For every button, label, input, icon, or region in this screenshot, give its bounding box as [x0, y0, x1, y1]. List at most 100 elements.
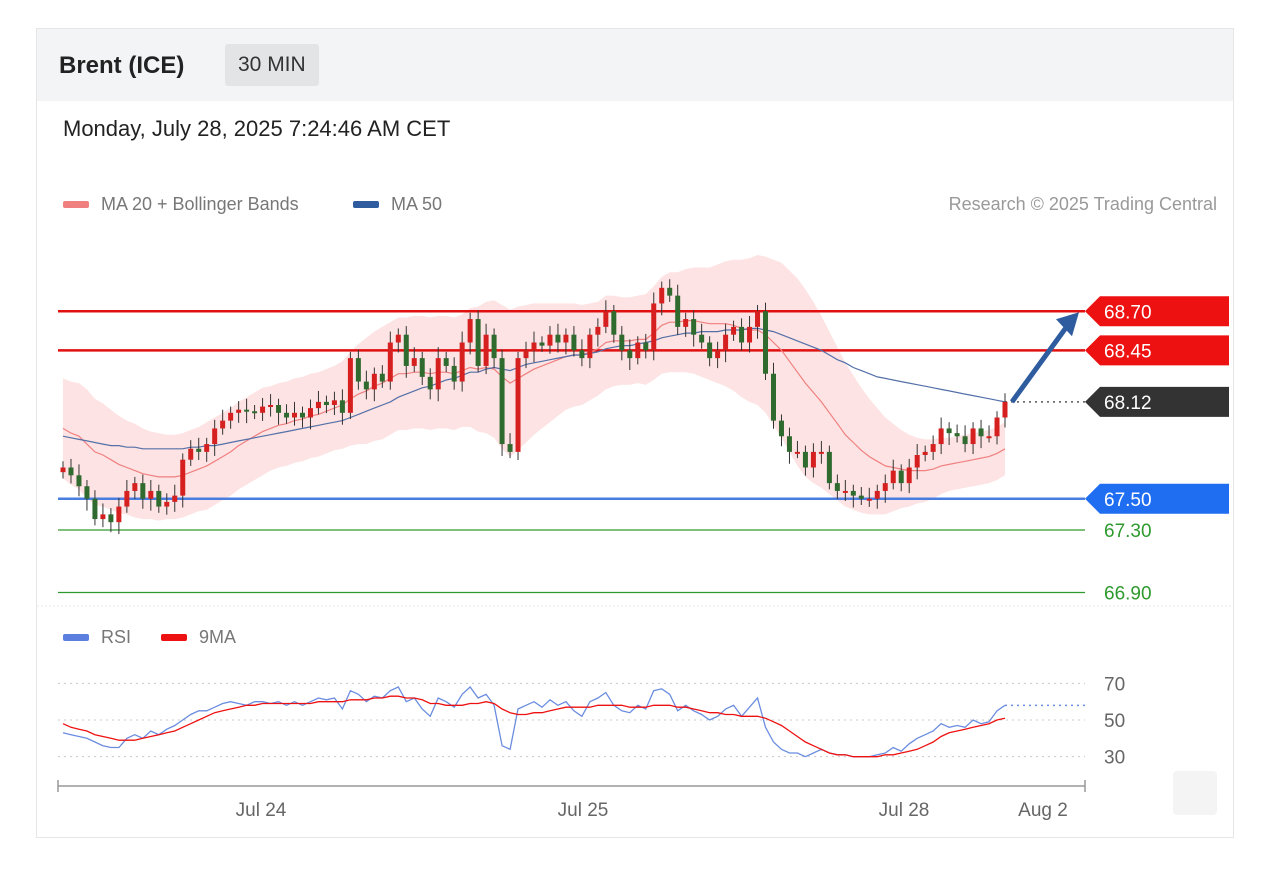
candle-body: [76, 475, 82, 487]
candle-body: [236, 409, 242, 413]
candle-body: [571, 334, 577, 351]
candle-body: [411, 358, 417, 366]
candle-body: [699, 334, 705, 343]
candle-body: [100, 514, 106, 520]
candle-body: [643, 342, 649, 351]
candle-body: [467, 319, 473, 343]
level-label-68.12: 68.12: [1104, 393, 1152, 414]
candle-body: [635, 342, 641, 359]
candle-body: [499, 358, 505, 445]
candle-body: [946, 428, 952, 434]
rsi-tick-label: 30: [1104, 748, 1125, 769]
bollinger-band: [63, 255, 1005, 521]
candle-body: [507, 444, 513, 452]
candle-body: [363, 381, 369, 390]
rsi-tick-label: 50: [1104, 711, 1125, 732]
candle-body: [140, 483, 146, 499]
candle-body: [874, 490, 880, 499]
candle-body: [707, 342, 713, 359]
candle-body: [755, 311, 761, 327]
candle-body: [914, 455, 920, 468]
candle-body: [515, 358, 521, 452]
candle-body: [188, 448, 194, 460]
candle-body: [555, 334, 561, 343]
candle-body: [651, 303, 657, 351]
candle-body: [778, 420, 784, 437]
candle-body: [563, 334, 569, 343]
candle-body: [898, 470, 904, 484]
level-label-68.45: 68.45: [1104, 341, 1152, 362]
candle-body: [132, 483, 138, 491]
candle-body: [435, 358, 441, 390]
candle-body: [739, 326, 745, 343]
candle-body: [986, 436, 992, 439]
candle-body: [347, 358, 353, 413]
candle-body: [595, 326, 601, 335]
candle-body: [890, 470, 896, 484]
candle-body: [834, 483, 840, 491]
candle-body: [68, 467, 74, 476]
candle-body: [922, 451, 928, 455]
candle-body: [579, 350, 585, 359]
candle-body: [395, 334, 401, 343]
candle-body: [204, 444, 210, 452]
candle-body: [603, 311, 609, 327]
candle-body: [244, 409, 250, 412]
candle-body: [180, 459, 186, 496]
candle-body: [323, 401, 329, 405]
candle-body: [1002, 401, 1008, 418]
candle-body: [531, 342, 537, 351]
candle-body: [970, 428, 976, 445]
candle-body: [627, 350, 633, 359]
candle-body: [212, 428, 218, 445]
candle-body: [850, 490, 856, 496]
candle-body: [172, 495, 178, 502]
candle-body: [148, 490, 154, 499]
candle-body: [276, 405, 282, 413]
candle-body: [619, 334, 625, 351]
candle-body: [220, 420, 226, 429]
level-label-68.70: 68.70: [1104, 302, 1152, 323]
candle-body: [379, 373, 385, 382]
candle-body: [723, 334, 729, 351]
level-label-67.50: 67.50: [1104, 490, 1152, 511]
x-tick-label: Jul 25: [558, 800, 609, 821]
candle-body: [523, 350, 529, 359]
candle-body: [339, 400, 345, 413]
x-tick-label: Aug 2: [1018, 800, 1068, 821]
candle-body: [731, 326, 737, 335]
x-tick-label: Jul 24: [236, 800, 287, 821]
rsi-tick-label: 70: [1104, 674, 1125, 695]
candle-body: [387, 342, 393, 382]
candle-body: [882, 483, 888, 491]
candle-body: [124, 490, 130, 507]
candle-body: [810, 451, 816, 468]
candle-body: [403, 334, 409, 366]
candle-body: [539, 342, 545, 346]
candle-body: [371, 373, 377, 390]
candle-body: [587, 334, 593, 359]
candle-body: [786, 436, 792, 452]
candle-body: [667, 287, 673, 296]
candle-body: [938, 428, 944, 445]
forecast-arrow-shaft: [1009, 324, 1070, 404]
candle-body: [331, 400, 337, 405]
candle-body: [994, 417, 1000, 437]
candle-body: [611, 311, 617, 335]
candle-body: [419, 358, 425, 377]
candle-body: [260, 406, 266, 413]
candle-body: [858, 495, 864, 499]
candle-body: [427, 376, 433, 390]
candle-body: [826, 451, 832, 484]
candle-body: [930, 444, 936, 452]
candle-body: [164, 501, 170, 507]
candle-body: [675, 295, 681, 327]
candle-body: [715, 350, 721, 359]
candle-body: [268, 405, 274, 407]
candle-body: [459, 342, 465, 382]
rsi-line: [62, 686, 1006, 758]
candle-body: [691, 319, 697, 335]
candle-body: [802, 451, 808, 468]
candle-body: [659, 287, 665, 304]
x-tick-label: Jul 28: [879, 800, 930, 821]
